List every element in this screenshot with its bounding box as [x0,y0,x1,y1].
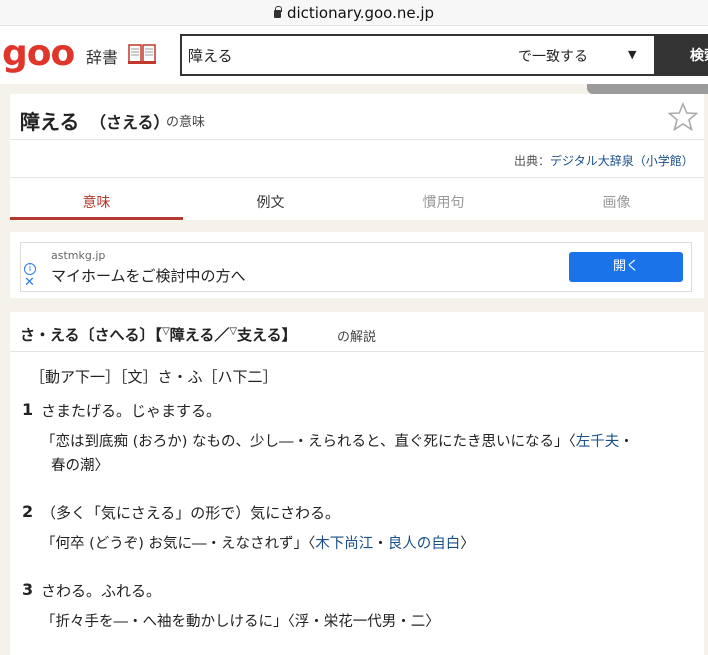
tab-idioms[interactable]: 慣用句 [357,178,530,220]
source-row: 出典： デジタル大辞泉（小学館） [10,140,704,178]
ad-open-button[interactable]: 開く [569,252,683,282]
entry-title-card: 障える （さえる） の意味 出典： デジタル大辞泉（小学館） 意味 例文 慣用句… [10,94,704,220]
ad-domain: astmkg.jp [51,249,106,262]
url-text: dictionary.goo.ne.jp [286,3,435,22]
tab-examples[interactable]: 例文 [184,178,357,220]
source-link[interactable]: デジタル大辞泉（小学館） [550,152,694,169]
book-icon [128,44,156,64]
match-mode-select[interactable]: で一致する [518,46,588,66]
dictionary-label[interactable]: 辞書 [86,44,118,68]
example-sentence: 「折々手を―・へ袖を動かしけるに」〈浮・栄花一代男・二〉 [41,614,440,630]
ad-banner[interactable]: i ✕ astmkg.jp マイホームをご検討中の方へ 開く [20,242,692,292]
source-label: 出典： [514,154,551,168]
entry-reading: （さえる） [90,113,170,132]
definition-headword: さ・える〔さへる〕【▽障える／▽支える】 [20,326,297,344]
entry-tabs: 意味 例文 慣用句 画像 [10,178,704,220]
entry-title: 障える [20,110,80,134]
example-sentence: 「恋は到底痴 (おろか) なもの、少し―・えられると、直ぐ死にたき思いになる」〈… [41,434,634,474]
citation-link[interactable]: 左千夫 [576,434,620,450]
search-button[interactable]: 検索 [654,34,708,76]
site-header: goo 辞書 で一致する ▼ 検索 [0,26,708,84]
grammar-info: ［動ア下一］［文］さ・ふ［ハ下二］ [30,368,278,386]
citation-link[interactable]: 良人の自白 [388,536,461,552]
definition-card: さ・える〔さへる〕【▽障える／▽支える】 の解説 ［動ア下一］［文］さ・ふ［ハ下… [10,312,704,655]
entry-title-suffix: の意味 [166,115,206,130]
close-icon[interactable]: ✕ [24,276,35,289]
sense-text: さまたげる。じゃまする。 [41,402,222,420]
dropdown-arrow-icon[interactable]: ▼ [628,48,636,61]
entry-title-row: 障える （さえる） の意味 [10,94,704,140]
tab-images[interactable]: 画像 [530,178,703,220]
star-icon[interactable] [668,102,698,132]
sense-text: さわる。ふれる。 [41,582,162,600]
sense-number: 1 [22,400,34,419]
definition-header: さ・える〔さへる〕【▽障える／▽支える】 の解説 [10,312,704,352]
header-dropdown-tab[interactable] [587,84,708,94]
ad-card: i ✕ astmkg.jp マイホームをご検討中の方へ 開く [10,232,704,298]
example-sentence: 「何卒 (どうぞ) お気に―・えなされず」〈木下尚江・良人の自白〉 [41,536,475,552]
info-icon[interactable]: i [24,263,36,275]
sense-number: 2 [22,502,34,521]
lock-icon [273,5,282,18]
ad-text[interactable]: マイホームをご検討中の方へ [51,265,246,286]
goo-logo[interactable]: goo [2,34,75,74]
citation-link[interactable]: 木下尚江 [315,536,373,552]
tab-meaning[interactable]: 意味 [10,178,183,220]
search-input[interactable] [188,42,488,68]
sense-text: （多く「気にさえる」の形で）気にさわる。 [41,504,340,522]
sense-number: 3 [22,580,34,599]
search-box: で一致する ▼ [180,34,656,76]
browser-url-bar[interactable]: dictionary.goo.ne.jp [0,0,708,26]
definition-suffix: の解説 [337,330,377,345]
